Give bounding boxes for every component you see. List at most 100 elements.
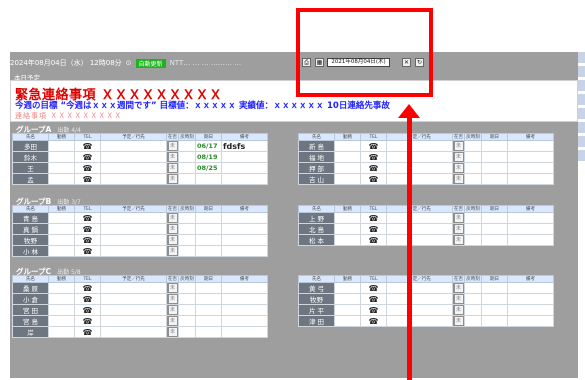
phone-icon[interactable]: ☎ (74, 326, 101, 338)
note-cell[interactable] (507, 140, 554, 152)
presence-toggle[interactable]: 未 (166, 234, 179, 246)
phone-icon[interactable]: ☎ (360, 162, 387, 174)
member-name[interactable]: 吉 山 (298, 173, 335, 185)
phone-icon[interactable]: ☎ (360, 212, 387, 224)
return-time-cell[interactable] (464, 212, 482, 224)
member-name[interactable]: 牧野 (12, 234, 49, 246)
phone-icon[interactable]: ☎ (360, 151, 387, 163)
presence-toggle[interactable]: 未 (452, 304, 465, 316)
phone-icon[interactable]: ☎ (74, 315, 101, 327)
presence-toggle[interactable]: 未 (166, 293, 179, 305)
due-date-cell[interactable] (481, 293, 508, 305)
member-name[interactable]: 小 倉 (12, 293, 49, 305)
due-date-cell[interactable] (195, 223, 222, 235)
destination-cell[interactable] (100, 234, 167, 246)
member-name[interactable]: 津 田 (298, 315, 335, 327)
due-date-cell[interactable] (195, 315, 222, 327)
return-time-cell[interactable] (178, 212, 196, 224)
presence-toggle[interactable]: 未 (452, 293, 465, 305)
due-date-cell[interactable] (195, 304, 222, 316)
note-cell[interactable] (507, 223, 554, 235)
destination-cell[interactable] (386, 315, 453, 327)
note-cell[interactable] (507, 212, 554, 224)
presence-toggle[interactable]: 未 (166, 151, 179, 163)
presence-toggle[interactable]: 未 (166, 140, 179, 152)
presence-toggle[interactable]: 未 (166, 315, 179, 327)
phone-icon[interactable]: ☎ (360, 315, 387, 327)
presence-toggle[interactable]: 未 (452, 234, 465, 246)
return-time-cell[interactable] (464, 151, 482, 163)
note-cell[interactable] (507, 162, 554, 174)
destination-cell[interactable] (100, 151, 167, 163)
refresh-icon[interactable]: ↻ (415, 58, 424, 67)
presence-toggle[interactable]: 未 (166, 223, 179, 235)
phone-icon[interactable]: ☎ (360, 234, 387, 246)
destination-cell[interactable] (100, 315, 167, 327)
return-time-cell[interactable] (178, 304, 196, 316)
due-date-cell[interactable] (481, 212, 508, 224)
due-date-cell[interactable]: 06/17 (195, 140, 222, 152)
note-cell[interactable] (221, 173, 268, 185)
note-cell[interactable] (507, 304, 554, 316)
return-time-cell[interactable] (464, 293, 482, 305)
due-date-cell[interactable] (481, 304, 508, 316)
note-cell[interactable] (221, 151, 268, 163)
note-cell[interactable] (507, 234, 554, 246)
return-time-cell[interactable] (464, 223, 482, 235)
return-time-cell[interactable] (464, 234, 482, 246)
destination-cell[interactable] (100, 245, 167, 257)
destination-cell[interactable] (100, 223, 167, 235)
member-name[interactable]: 宮 島 (12, 315, 49, 327)
presence-toggle[interactable]: 未 (452, 173, 465, 185)
due-date-cell[interactable] (481, 223, 508, 235)
return-time-cell[interactable] (178, 173, 196, 185)
due-date-cell[interactable] (195, 326, 222, 338)
member-name[interactable]: 片 平 (298, 304, 335, 316)
presence-toggle[interactable]: 未 (452, 162, 465, 174)
return-time-cell[interactable] (178, 162, 196, 174)
return-time-cell[interactable] (464, 162, 482, 174)
destination-cell[interactable] (386, 223, 453, 235)
destination-cell[interactable] (100, 304, 167, 316)
note-cell[interactable] (221, 326, 268, 338)
due-date-cell[interactable] (481, 282, 508, 294)
note-cell[interactable] (221, 315, 268, 327)
return-time-cell[interactable] (464, 140, 482, 152)
presence-toggle[interactable]: 未 (452, 315, 465, 327)
destination-cell[interactable] (100, 212, 167, 224)
phone-icon[interactable]: ☎ (74, 293, 101, 305)
destination-cell[interactable] (386, 173, 453, 185)
phone-icon[interactable]: ☎ (74, 304, 101, 316)
note-cell[interactable] (507, 293, 554, 305)
member-name[interactable]: 桑 原 (12, 282, 49, 294)
return-time-cell[interactable] (464, 315, 482, 327)
destination-cell[interactable] (100, 162, 167, 174)
member-name[interactable]: 宮 田 (12, 304, 49, 316)
return-time-cell[interactable] (464, 173, 482, 185)
destination-cell[interactable] (386, 212, 453, 224)
due-date-cell[interactable]: 08/19 (195, 151, 222, 163)
due-date-cell[interactable] (481, 234, 508, 246)
return-time-cell[interactable] (178, 245, 196, 257)
destination-cell[interactable] (386, 304, 453, 316)
phone-icon[interactable]: ☎ (74, 223, 101, 235)
member-name[interactable]: 上 野 (298, 212, 335, 224)
member-name[interactable]: 黄 弓 (298, 282, 335, 294)
due-date-cell[interactable] (195, 293, 222, 305)
presence-toggle[interactable]: 未 (452, 140, 465, 152)
due-date-cell[interactable] (481, 151, 508, 163)
note-cell[interactable] (221, 282, 268, 294)
due-date-cell[interactable] (481, 140, 508, 152)
due-date-cell[interactable] (481, 162, 508, 174)
return-time-cell[interactable] (178, 234, 196, 246)
member-name[interactable]: 岸 (12, 326, 49, 338)
due-date-cell[interactable] (195, 234, 222, 246)
destination-cell[interactable] (100, 326, 167, 338)
destination-cell[interactable] (100, 293, 167, 305)
presence-toggle[interactable]: 未 (166, 212, 179, 224)
member-name[interactable]: 小 林 (12, 245, 49, 257)
due-date-cell[interactable]: 08/25 (195, 162, 222, 174)
note-cell[interactable] (221, 162, 268, 174)
destination-cell[interactable] (100, 173, 167, 185)
note-cell[interactable] (221, 293, 268, 305)
